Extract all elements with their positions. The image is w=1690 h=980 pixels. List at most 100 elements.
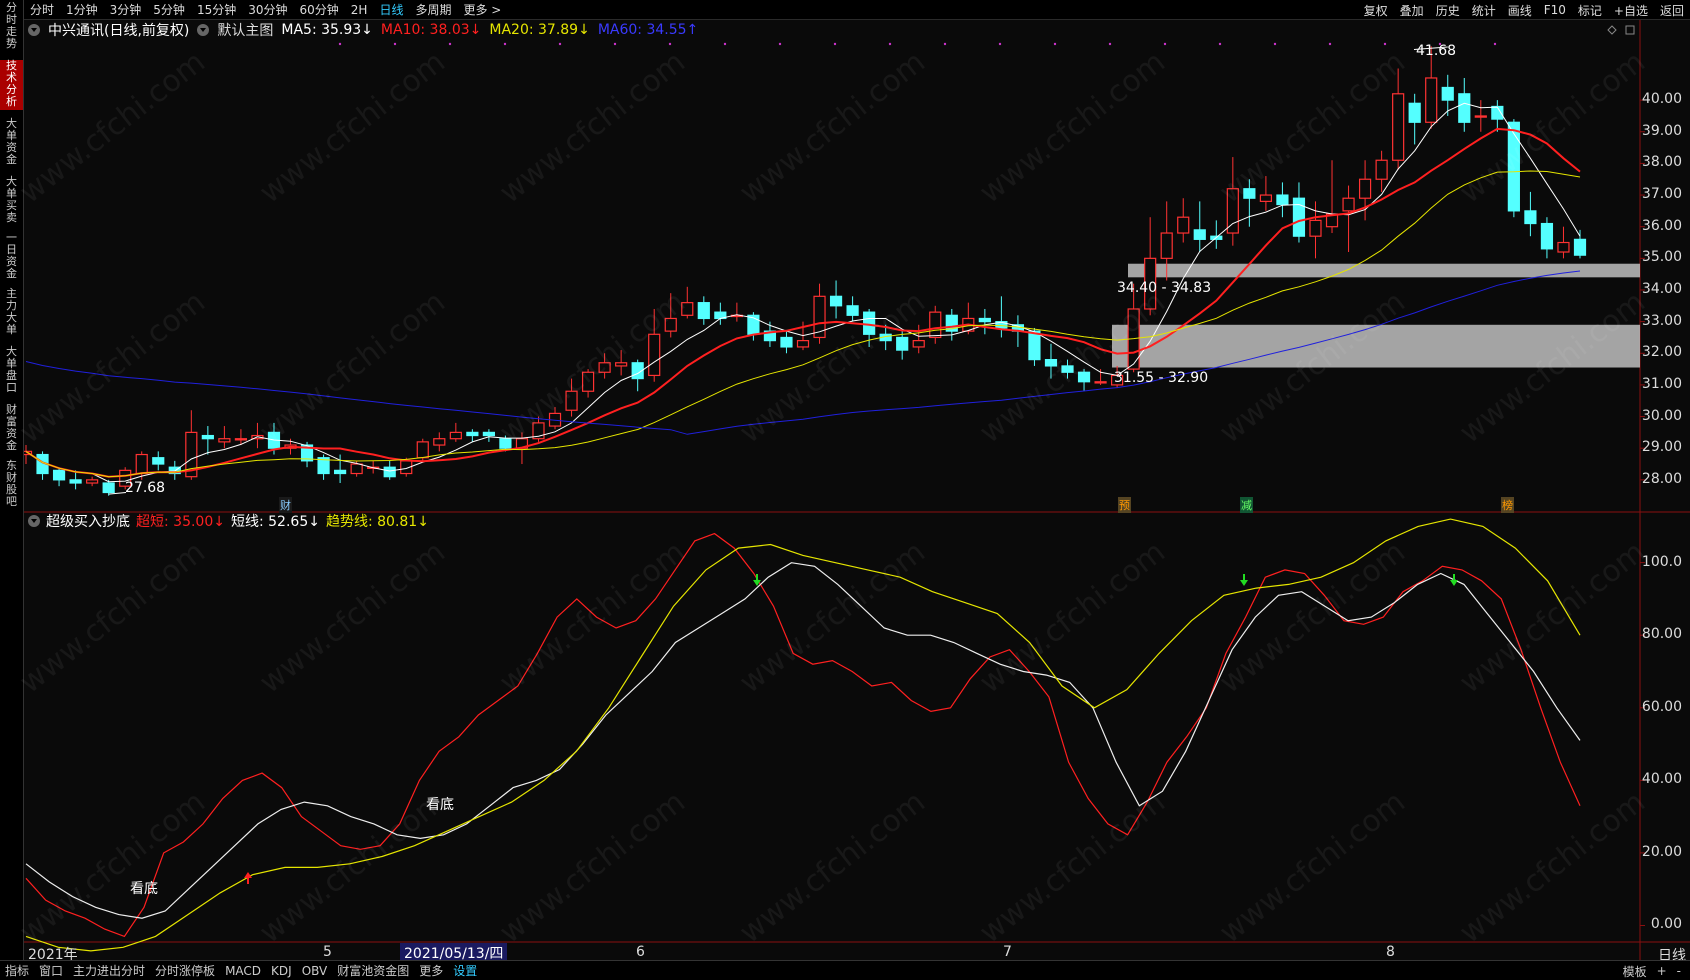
chart-canvas[interactable] bbox=[0, 0, 1690, 980]
period-tab-6[interactable]: 60分钟 bbox=[294, 1, 345, 18]
period-tab-5[interactable]: 30分钟 bbox=[242, 1, 293, 18]
candle-body bbox=[482, 431, 495, 437]
bottom-tab-7[interactable]: 财富池资金图 bbox=[332, 962, 414, 979]
ind-tick-0: 100.0 bbox=[1641, 553, 1682, 570]
bottom-tab-4[interactable]: MACD bbox=[220, 964, 266, 978]
top-action-6[interactable]: 标记 bbox=[1572, 2, 1608, 19]
top-action-2[interactable]: 历史 bbox=[1430, 2, 1466, 19]
candle-body bbox=[1358, 178, 1372, 199]
top-action-8[interactable]: 返回 bbox=[1654, 2, 1690, 19]
candle-body bbox=[1243, 188, 1256, 199]
period-tab-0[interactable]: 分时 bbox=[24, 1, 60, 18]
left-nav-item-4[interactable]: 一日资金 bbox=[0, 232, 23, 282]
candle-body bbox=[1524, 210, 1537, 225]
bottom-tab-0[interactable]: 指标 bbox=[0, 962, 34, 979]
candle-body bbox=[201, 434, 214, 440]
bottom-tab-3[interactable]: 分时涨停板 bbox=[150, 962, 220, 979]
top-action-7[interactable]: +自选 bbox=[1608, 2, 1654, 19]
candle-body bbox=[69, 479, 82, 484]
indicator-toggle-icon[interactable] bbox=[28, 515, 40, 527]
candle-body bbox=[896, 336, 909, 351]
finance-marker[interactable]: 财 bbox=[279, 497, 292, 513]
bottom-right-0[interactable]: 模板 bbox=[1618, 963, 1652, 980]
candle-body bbox=[1507, 121, 1520, 212]
candle-body bbox=[912, 340, 925, 348]
top-action-0[interactable]: 复权 bbox=[1358, 2, 1394, 19]
candle-body bbox=[499, 438, 512, 449]
period-tab-10[interactable]: 更多 > bbox=[457, 1, 507, 18]
candle-body bbox=[383, 466, 396, 478]
super-short-value: 超短: 35.00↓ bbox=[136, 514, 225, 530]
template-label[interactable]: 默认主图 bbox=[217, 20, 273, 40]
indicator-name[interactable]: 超级买入抄底 bbox=[46, 511, 130, 531]
candle-body bbox=[1028, 330, 1041, 361]
candle-body bbox=[234, 438, 248, 441]
bottom-signal-label-2: 看底 bbox=[426, 797, 454, 813]
candle-body bbox=[1177, 216, 1190, 234]
top-action-5[interactable]: F10 bbox=[1538, 3, 1572, 17]
candle-body bbox=[1342, 197, 1355, 212]
candle-body bbox=[681, 302, 694, 316]
candle-body bbox=[86, 479, 99, 484]
stock-title: 中兴通讯(日线,前复权) bbox=[48, 23, 190, 39]
period-tab-1[interactable]: 1分钟 bbox=[60, 1, 104, 18]
reduce-marker[interactable]: 减 bbox=[1240, 497, 1253, 513]
candle-body bbox=[1077, 371, 1091, 383]
ma60-value: MA60: 34.55↑ bbox=[597, 22, 699, 38]
left-nav-item-3[interactable]: 大单买卖 bbox=[0, 176, 23, 226]
event-dot bbox=[723, 42, 727, 46]
left-nav-item-2[interactable]: 大单资金 bbox=[0, 118, 23, 168]
top-right-toolbar: 复权 叠加 历史 统计 画线 F10 标记 +自选 返回 bbox=[1358, 0, 1690, 20]
period-tab-4[interactable]: 15分钟 bbox=[191, 1, 242, 18]
candle-body bbox=[598, 362, 611, 373]
top-action-3[interactable]: 统计 bbox=[1466, 2, 1502, 19]
price-tick-6: 34.00 bbox=[1641, 280, 1682, 297]
candle-body bbox=[1309, 219, 1322, 237]
ma10-line bbox=[25, 127, 1581, 478]
forecast-marker[interactable]: 预 bbox=[1118, 497, 1131, 513]
top-action-4[interactable]: 画线 bbox=[1502, 2, 1538, 19]
candle-body bbox=[664, 317, 677, 332]
candle-body bbox=[466, 431, 479, 437]
ind-tick-4: 20.00 bbox=[1641, 843, 1682, 860]
period-tab-9[interactable]: 多周期 bbox=[409, 1, 457, 18]
rank-marker[interactable]: 榜 bbox=[1501, 497, 1514, 513]
candle-body bbox=[829, 295, 843, 307]
price-tick-12: 28.00 bbox=[1641, 470, 1682, 487]
left-nav-item-5[interactable]: 主力大单 bbox=[0, 288, 23, 338]
event-dot bbox=[998, 42, 1002, 46]
period-tab-3[interactable]: 5分钟 bbox=[147, 1, 191, 18]
template-toggle-icon[interactable] bbox=[197, 24, 210, 36]
period-tab-7[interactable]: 2H bbox=[345, 3, 374, 17]
bottom-tab-2[interactable]: 主力进出分时 bbox=[68, 962, 150, 979]
candle-body bbox=[1193, 229, 1206, 240]
period-tab-8[interactable]: 日线 bbox=[373, 1, 409, 18]
event-dot bbox=[393, 42, 397, 46]
event-dot bbox=[778, 42, 782, 46]
support-zone-lower bbox=[1112, 324, 1640, 368]
left-nav-item-7[interactable]: 财富资金 bbox=[0, 404, 23, 454]
candle-body bbox=[218, 438, 231, 443]
candle-body bbox=[1425, 77, 1438, 123]
left-nav-item-1[interactable]: 技术分析 bbox=[0, 60, 23, 110]
bottom-tab-1[interactable]: 窗口 bbox=[34, 962, 68, 979]
top-action-1[interactable]: 叠加 bbox=[1394, 2, 1430, 19]
bottom-right-1[interactable]: + bbox=[1652, 964, 1672, 978]
zone-upper-label: 34.40 - 34.83 bbox=[1117, 280, 1212, 296]
bottom-tab-6[interactable]: OBV bbox=[297, 964, 333, 978]
candle-body bbox=[152, 457, 165, 465]
bottom-tab-8[interactable]: 更多 bbox=[414, 962, 448, 979]
ma5-value: MA5: 35.93↓ bbox=[281, 22, 373, 38]
period-tab-2[interactable]: 3分钟 bbox=[104, 1, 148, 18]
candle-body bbox=[1557, 241, 1570, 253]
left-nav-item-0[interactable]: 分时走势 bbox=[0, 2, 23, 52]
price-toggle-icon[interactable] bbox=[28, 24, 40, 36]
bottom-right-2[interactable]: - bbox=[1672, 964, 1686, 978]
left-nav-item-6[interactable]: 大单盘口 bbox=[0, 346, 23, 396]
support-zone-upper bbox=[1128, 263, 1640, 278]
candle-body bbox=[863, 311, 876, 335]
event-dot bbox=[668, 42, 672, 46]
bottom-tab-5[interactable]: KDJ bbox=[266, 964, 297, 978]
left-nav-item-8[interactable]: 东财股吧 bbox=[0, 460, 23, 510]
bottom-tab-9[interactable]: 设置 bbox=[448, 962, 482, 979]
